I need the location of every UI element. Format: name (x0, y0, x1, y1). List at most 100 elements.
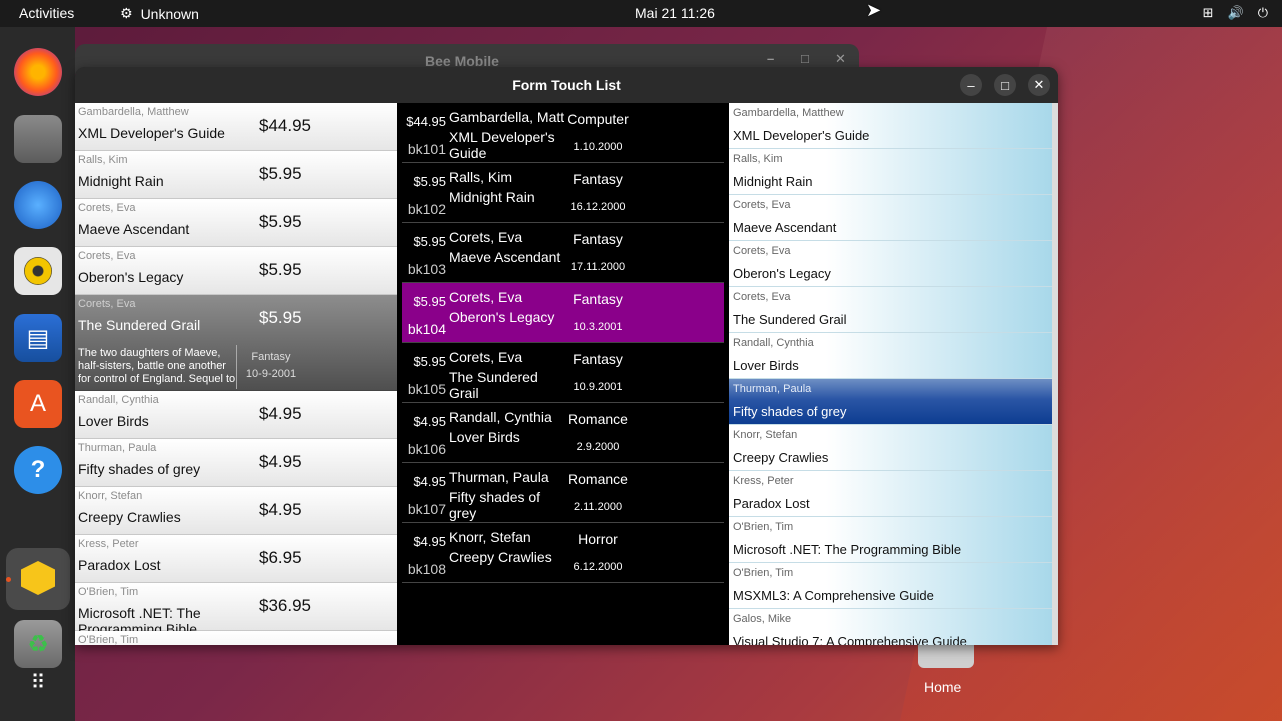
item-title: The Sundered Grail (78, 317, 201, 333)
item-author: Randall, Cynthia (733, 337, 814, 349)
minimize-icon[interactable]: – (960, 74, 982, 96)
volume-icon: 🔊 (1227, 5, 1244, 20)
item-price: $36.95 (259, 596, 311, 615)
home-folder-label[interactable]: Home (924, 679, 961, 695)
item-genre: Romance (568, 411, 628, 427)
item-title: Maeve Ascendant (78, 221, 190, 237)
item-id: bk106 (407, 441, 446, 457)
list-item[interactable]: Ralls, Kim Midnight Rain (729, 149, 1052, 195)
app-name: Unknown (140, 5, 199, 22)
list-item[interactable]: $5.95 bk105 Corets, Eva The Sundered Grail F… (402, 343, 724, 403)
list-item[interactable]: $4.95 bk106 Randall, Cynthia Lover Birds Rom… (402, 403, 724, 463)
beemobile-icon[interactable] (14, 554, 62, 602)
touch-list-panel-gray[interactable]: Gambardella, Matthew XML Developer's Guid… (75, 103, 397, 645)
list-item[interactable]: $5.95 bk104 Corets, Eva Oberon's Legacy Fant… (402, 283, 724, 343)
item-id: bk104 (407, 321, 446, 337)
files-icon[interactable] (14, 115, 62, 163)
item-title: Visual Studio 7: A Comprehensive Guide (733, 634, 967, 646)
item-title: Lover Birds (78, 413, 149, 429)
item-id: bk107 (407, 501, 446, 517)
bg-close-icon[interactable]: ✕ (835, 51, 846, 67)
list-item[interactable]: O'Brien, Tim Microsoft .NET: The Programm… (729, 517, 1052, 563)
item-title: Paradox Lost (733, 496, 810, 511)
item-title: The Sundered Grail (449, 369, 538, 401)
item-date: 2.11.2000 (573, 501, 623, 513)
item-date: 10.3.2001 (573, 321, 623, 333)
list-item[interactable]: O'Brien, Tim Microsoft .NET: The Programm… (75, 583, 397, 637)
list-item[interactable]: O'Brien, Tim MSXML3: A Comprehensive Guid… (729, 563, 1052, 609)
touch-list-panel-blue[interactable]: Gambardella, Matthew XML Developer's Guid… (729, 103, 1052, 645)
software-icon[interactable]: A (14, 380, 62, 428)
list-item[interactable]: $5.95 bk102 Ralls, Kim Midnight Rain Fantasy… (402, 163, 724, 223)
list-item[interactable]: Corets, Eva Maeve Ascendant (729, 195, 1052, 241)
list-item[interactable]: Corets, Eva Maeve Ascendant $5.95 (75, 199, 397, 247)
list-item[interactable]: Gambardella, Matthew XML Developer's Guid… (729, 103, 1052, 149)
app-menu[interactable]: ⚙ Unknown (120, 5, 199, 22)
list-item[interactable]: Knorr, Stefan Creepy Crawlies $4.95 (75, 487, 397, 535)
item-id: bk101 (407, 141, 446, 157)
item-title: Maeve Ascendant (449, 249, 561, 265)
thunderbird-icon[interactable] (14, 181, 62, 229)
item-date: 16.12.2000 (570, 201, 626, 213)
list-item[interactable]: Kress, Peter Paradox Lost $6.95 (75, 535, 397, 583)
touch-list-panel-black[interactable]: $44.95 bk101Gambardella, Matthew XML Devel… (397, 103, 729, 645)
item-title: XML Developer's Guide (78, 125, 225, 141)
system-tray[interactable]: ⊞ 🔊 ⏻ (1203, 5, 1268, 21)
bg-maximize-icon[interactable]: □ (801, 51, 809, 66)
item-price: $5.95 (259, 164, 302, 183)
dock-running-indicator (6, 577, 11, 582)
list-item[interactable]: $4.95 bk107 Thurman, Paula Fifty shades of … (402, 463, 724, 523)
item-price: $5.95 (259, 212, 302, 231)
window-title: Form Touch List (512, 77, 621, 93)
list-item[interactable]: Gambardella, Matthew XML Developer's Guid… (75, 103, 397, 151)
bg-minimize-icon[interactable]: – (767, 51, 774, 66)
maximize-icon[interactable]: □ (994, 74, 1016, 96)
list-item[interactable]: Ralls, Kim Midnight Rain $5.95 (75, 151, 397, 199)
item-author: Corets, Eva (733, 291, 791, 303)
window-header[interactable]: Form Touch List – □ ✕ (75, 67, 1058, 103)
item-author: Thurman, Paula (449, 469, 549, 485)
dock: ▤ A ? ♻ ⠿ (0, 27, 75, 721)
list-item[interactable]: Randall, Cynthia Lover Birds $4.95 (75, 391, 397, 439)
item-title: Maeve Ascendant (733, 220, 837, 235)
item-author: Corets, Eva (449, 289, 523, 305)
list-item[interactable]: Randall, Cynthia Lover Birds (729, 333, 1052, 379)
close-icon[interactable]: ✕ (1028, 74, 1050, 96)
item-title: Fifty shades of grey (78, 461, 201, 477)
list-item[interactable]: $4.95 bk108 Knorr, Stefan Creepy Crawlies Ho… (402, 523, 724, 583)
activities-button[interactable]: Activities (19, 5, 74, 21)
list-item[interactable]: Thurman, Paula Fifty shades of grey (729, 379, 1052, 425)
list-item-expanded[interactable]: Corets, Eva The Sundered Grail $5.95 The tw… (75, 295, 397, 391)
item-id: bk103 (407, 261, 446, 277)
item-date: 10-9-2001 (245, 368, 297, 380)
item-title: XML Developer's Guide (449, 129, 555, 161)
list-item[interactable]: Kress, Peter Paradox Lost (729, 471, 1052, 517)
help-icon[interactable]: ? (14, 446, 62, 494)
clock[interactable]: Mai 21 11:26 (635, 5, 715, 21)
firefox-icon[interactable] (14, 48, 62, 96)
app-grid-icon[interactable]: ⠿ (14, 658, 62, 706)
item-author: Corets, Eva (78, 250, 136, 262)
app-gear-icon: ⚙ (120, 5, 133, 21)
list-item[interactable]: Corets, Eva Oberon's Legacy $5.95 (75, 247, 397, 295)
item-author: Knorr, Stefan (733, 429, 798, 441)
item-title: Paradox Lost (78, 557, 161, 573)
list-item[interactable]: Corets, Eva Oberon's Legacy (729, 241, 1052, 287)
list-item[interactable]: $44.95 bk101Gambardella, Matthew XML Devel… (402, 103, 724, 163)
list-item[interactable]: O'Brien, Tim (75, 631, 397, 645)
list-item[interactable]: $5.95 bk103 Corets, Eva Maeve Ascendant Fant… (402, 223, 724, 283)
item-genre: Fantasy (573, 351, 623, 367)
list-item[interactable]: Knorr, Stefan Creepy Crawlies (729, 425, 1052, 471)
list-item[interactable]: Corets, Eva The Sundered Grail (729, 287, 1052, 333)
item-author: Corets, Eva (78, 202, 136, 214)
list-item[interactable]: Galos, Mike Visual Studio 7: A Comprehens… (729, 609, 1052, 645)
item-genre: Fantasy (573, 291, 623, 307)
rhythmbox-icon[interactable] (14, 247, 62, 295)
item-author: O'Brien, Tim (78, 634, 139, 645)
item-genre: Fantasy (573, 171, 623, 187)
item-id: bk108 (407, 561, 446, 577)
panel-scrollbar[interactable] (1052, 103, 1058, 645)
writer-icon[interactable]: ▤ (14, 314, 62, 362)
list-item[interactable]: Thurman, Paula Fifty shades of grey $4.95 (75, 439, 397, 487)
item-author: Kress, Peter (78, 538, 139, 550)
